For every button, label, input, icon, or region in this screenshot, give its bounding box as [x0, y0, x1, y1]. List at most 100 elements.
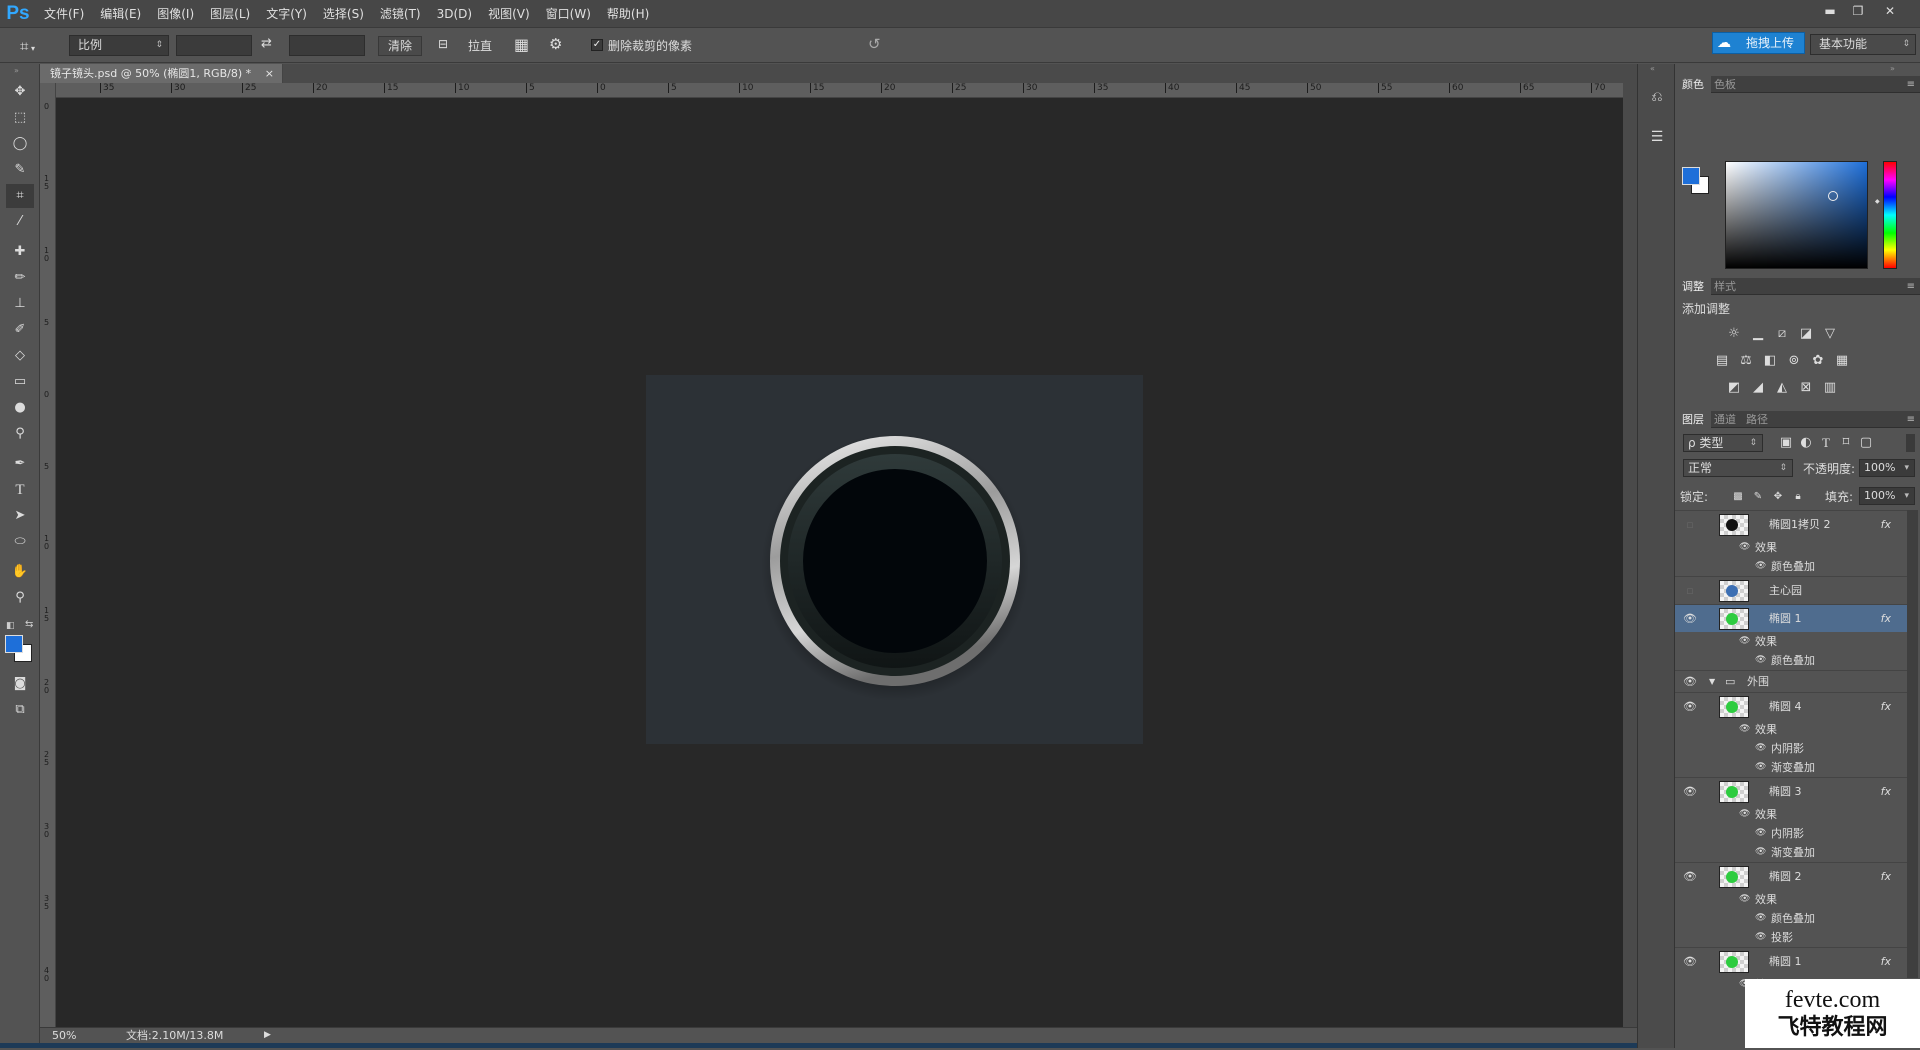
levels-icon[interactable]: ▁	[1749, 326, 1767, 342]
exposure-icon[interactable]: ◪	[1797, 326, 1815, 342]
path-select-tool-icon[interactable]: ➤	[6, 504, 34, 528]
layer-fx-icon[interactable]: fx	[1881, 605, 1891, 633]
eye-icon[interactable]: 👁︎	[1755, 739, 1766, 758]
layer-fx-icon[interactable]: fx	[1881, 511, 1891, 539]
threshold-icon[interactable]: ◭	[1773, 380, 1791, 396]
crop-tool-icon[interactable]: ⌗	[6, 184, 34, 208]
lock-paint-icon[interactable]: ✎	[1749, 489, 1767, 505]
brightness-icon[interactable]: ☼	[1725, 326, 1743, 342]
ratio-height-input[interactable]	[289, 35, 365, 56]
tab-paths[interactable]: 路径	[1739, 411, 1775, 428]
layer-effect-row[interactable]: 👁︎ 颜色叠加	[1675, 557, 1907, 576]
layer-effect-row[interactable]: 👁︎ 内阴影	[1675, 824, 1907, 843]
tab-layers[interactable]: 图层	[1675, 411, 1711, 428]
layer-effect-row[interactable]: 👁︎ 投影	[1675, 928, 1907, 947]
color-lookup-icon[interactable]: ▦	[1833, 353, 1851, 369]
close-tab-icon[interactable]: ×	[265, 64, 274, 83]
eye-icon[interactable]: 👁︎	[1755, 557, 1766, 576]
quick-mask-icon[interactable]: ◙	[6, 672, 34, 696]
lasso-tool-icon[interactable]: ◯	[6, 132, 34, 156]
layer-fx-icon[interactable]: fx	[1881, 778, 1891, 806]
layer-effect-row[interactable]: 👁︎ 颜色叠加	[1675, 651, 1907, 670]
eye-icon[interactable]: 👁︎	[1681, 693, 1699, 721]
filter-shape-icon[interactable]: ⌑	[1837, 435, 1855, 451]
marquee-tool-icon[interactable]: ⬚	[6, 106, 34, 130]
history-panel-icon[interactable]: ⎌	[1646, 86, 1668, 108]
color-balance-icon[interactable]: ⚖	[1737, 353, 1755, 369]
eraser-tool-icon[interactable]: ◇	[6, 344, 34, 368]
upload-button[interactable]: ☁ 拖拽上传	[1712, 32, 1805, 54]
straighten-button[interactable]: 拉直	[468, 37, 492, 55]
stamp-tool-icon[interactable]: ⊥	[6, 292, 34, 316]
layer-row[interactable]: 👁︎ fx 椭圆 4	[1675, 692, 1907, 720]
expand-arrow-icon[interactable]: ▼	[1709, 671, 1715, 693]
hand-tool-icon[interactable]: ✋	[6, 560, 34, 584]
eye-icon[interactable]: 👁︎	[1755, 758, 1766, 777]
tab-color[interactable]: 颜色	[1675, 76, 1711, 93]
opacity-input[interactable]: 100% ▾	[1859, 459, 1915, 477]
lock-move-icon[interactable]: ✥	[1769, 489, 1787, 505]
eye-icon[interactable]: 👁︎	[1681, 863, 1699, 891]
brush-tool-icon[interactable]: ✏	[6, 266, 34, 290]
minimize-button[interactable]: ▬	[1817, 2, 1843, 22]
layer-row[interactable]: 👁︎ fx 椭圆 3	[1675, 777, 1907, 805]
visibility-off-icon[interactable]: ▫	[1681, 577, 1699, 605]
dodge-tool-icon[interactable]: ⚲	[6, 422, 34, 446]
layers-scrollbar[interactable]	[1907, 510, 1918, 978]
straighten-icon[interactable]: ⊟	[438, 37, 448, 51]
crop-preset-select[interactable]: 比例 ⇕	[69, 35, 169, 56]
zoom-tool-icon[interactable]: ⚲	[6, 586, 34, 610]
tab-channels[interactable]: 通道	[1707, 411, 1743, 428]
layer-row[interactable]: 👁︎ fx 椭圆 2	[1675, 862, 1907, 890]
panel-menu-icon[interactable]: ≡	[1907, 76, 1915, 93]
tab-styles[interactable]: 样式	[1707, 278, 1743, 295]
eyedropper-tool-icon[interactable]: ⁄	[6, 210, 34, 234]
hue-slider[interactable]	[1883, 161, 1897, 269]
ruler-top[interactable]: 35 30 25 20 15 10 5 0 5 10 15 20 25 30 35 40 45 50 55 60 65 7…	[56, 83, 1623, 98]
pen-tool-icon[interactable]: ✒	[6, 452, 34, 476]
eye-icon[interactable]: 👁︎	[1739, 890, 1750, 909]
layer-row[interactable]: ▫ 主心园	[1675, 576, 1907, 604]
color-field[interactable]	[1725, 161, 1868, 269]
color-picker-marker[interactable]	[1828, 191, 1838, 201]
ratio-width-input[interactable]	[176, 35, 252, 56]
eye-icon[interactable]: 👁︎	[1739, 538, 1750, 557]
collapse-icon[interactable]: «	[1650, 64, 1655, 73]
menu-item-4[interactable]: 文字(Y)	[258, 0, 315, 28]
layer-row[interactable]: 👁︎ fx 椭圆 1	[1675, 604, 1907, 632]
foreground-color-swatch[interactable]	[5, 635, 23, 653]
filter-adjust-icon[interactable]: ◐	[1797, 435, 1815, 451]
menu-item-1[interactable]: 编辑(E)	[92, 0, 149, 28]
layer-effects-row[interactable]: 👁︎ 效果	[1675, 538, 1907, 557]
canvas-vertical-scrollbar[interactable]	[1623, 83, 1637, 1029]
panel-menu-icon[interactable]: ≡	[1907, 411, 1915, 428]
eye-icon[interactable]: 👁︎	[1681, 948, 1699, 976]
layer-effects-row[interactable]: 👁︎ 效果	[1675, 632, 1907, 651]
menu-item-0[interactable]: 文件(F)	[36, 0, 92, 28]
properties-panel-icon[interactable]: ☰	[1646, 126, 1668, 148]
layer-group-row[interactable]: 👁︎ ▼ ▭ 外围	[1675, 670, 1907, 692]
vibrance-icon[interactable]: ▽	[1821, 326, 1839, 342]
canvas-area[interactable]	[56, 98, 1623, 1027]
layer-row[interactable]: ▫ fx 椭圆1拷贝 2	[1675, 510, 1907, 538]
posterize-icon[interactable]: ◢	[1749, 380, 1767, 396]
gradient-tool-icon[interactable]: ▭	[6, 370, 34, 394]
menu-item-10[interactable]: 帮助(H)	[599, 0, 657, 28]
tab-adjustments[interactable]: 调整	[1675, 278, 1711, 295]
collapse-icon[interactable]: »	[1890, 64, 1895, 73]
menu-item-7[interactable]: 3D(D)	[429, 0, 480, 28]
lock-transparent-icon[interactable]: ▩	[1729, 489, 1747, 505]
type-tool-icon[interactable]: T	[6, 478, 34, 502]
blur-tool-icon[interactable]: ●	[6, 396, 34, 420]
menu-item-3[interactable]: 图层(L)	[202, 0, 258, 28]
filter-toggle[interactable]	[1906, 434, 1915, 452]
clear-button[interactable]: 清除	[378, 36, 422, 56]
invert-icon[interactable]: ◩	[1725, 380, 1743, 396]
history-brush-tool-icon[interactable]: ✐	[6, 318, 34, 342]
crop-icon[interactable]: ⌗ ▾	[20, 35, 56, 57]
close-button[interactable]: ✕	[1877, 2, 1903, 22]
healing-brush-tool-icon[interactable]: ✚	[6, 240, 34, 264]
eye-icon[interactable]: 👁︎	[1755, 909, 1766, 928]
black-white-icon[interactable]: ◧	[1761, 353, 1779, 369]
layer-effect-row[interactable]: 👁︎ 内阴影	[1675, 739, 1907, 758]
